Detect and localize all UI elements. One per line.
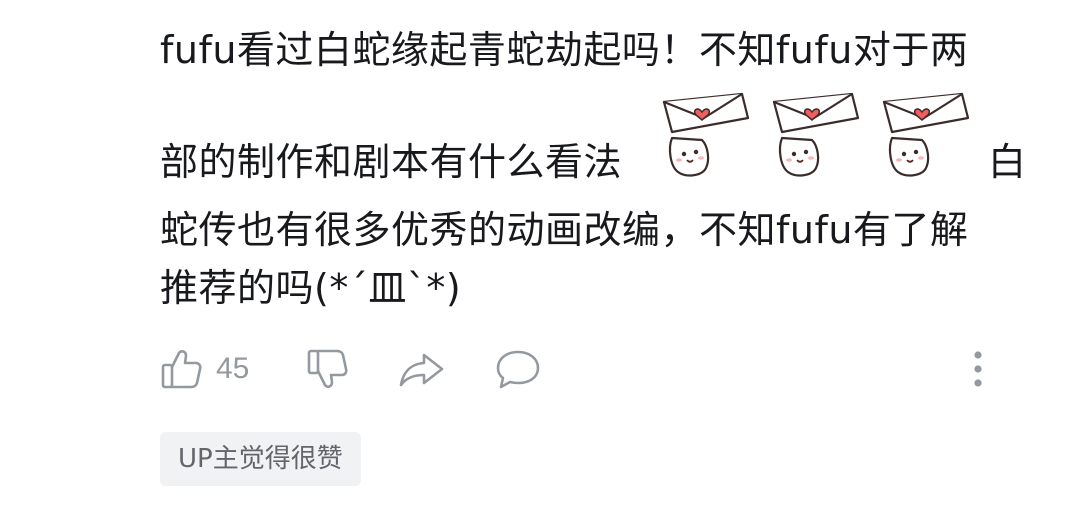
- reply-icon: [496, 350, 540, 389]
- dislike-button[interactable]: [306, 344, 350, 394]
- sticker-group: [658, 88, 988, 188]
- reply-button[interactable]: [494, 344, 542, 394]
- comment-text-line-4: 推荐的吗(*´皿`*): [160, 266, 462, 310]
- thumb-down-icon: [307, 349, 348, 388]
- up-liked-badge: UP主觉得很赞: [160, 432, 361, 486]
- like-count: 45: [216, 352, 250, 385]
- love-letter-sticker-1: [662, 92, 750, 177]
- thumb-up-icon: [161, 350, 202, 389]
- comment-actions: 45: [160, 344, 1040, 394]
- love-letter-sticker-2: [772, 92, 860, 177]
- comment: fufu看过白蛇缘起青蛇劫起吗！不知fufu对于两 部的制作和剧本有什么看法 白…: [160, 0, 1040, 507]
- comment-text-line-1: fufu看过白蛇缘起青蛇劫起吗！不知fufu对于两: [160, 28, 969, 72]
- like-button[interactable]: 45: [160, 344, 249, 394]
- more-icon: [974, 351, 982, 387]
- share-icon: [399, 353, 444, 387]
- comment-text-line-2-end: 白: [988, 140, 1027, 184]
- love-letter-sticker-3: [882, 92, 970, 177]
- more-options-button[interactable]: [972, 344, 984, 394]
- share-button[interactable]: [398, 344, 446, 394]
- comment-text-line-2: 部的制作和剧本有什么看法: [160, 140, 623, 184]
- comment-text-line-3: 蛇传也有很多优秀的动画改编，不知fufu有了解: [160, 208, 969, 252]
